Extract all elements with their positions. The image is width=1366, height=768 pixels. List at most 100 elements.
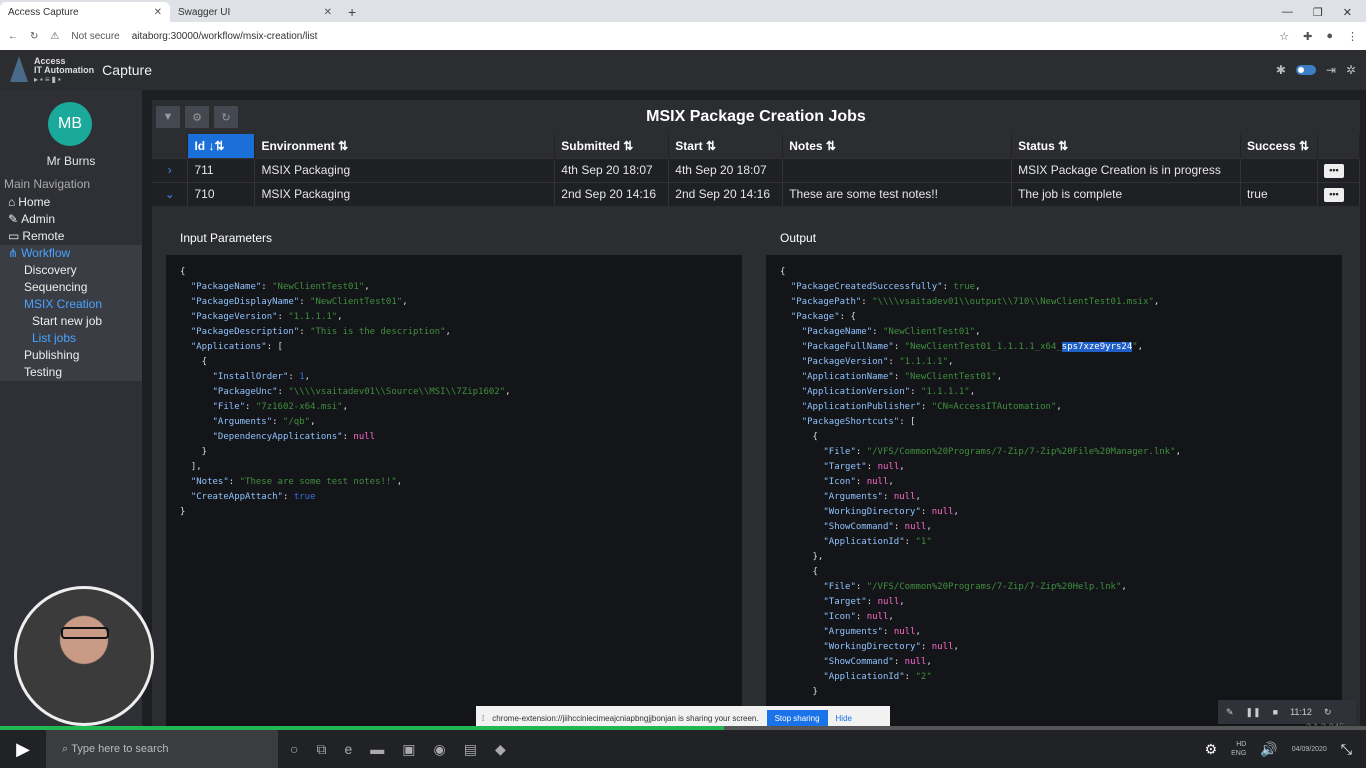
cell-start: 4th Sep 20 18:07 [668, 157, 784, 182]
store-icon[interactable]: ▣ [402, 741, 415, 758]
maximize-icon[interactable]: ❐ [1313, 6, 1323, 19]
sidebar-item-label: Testing [24, 365, 63, 379]
sidebar-item-discovery[interactable]: Discovery [0, 262, 142, 279]
nav-title: Main Navigation [4, 177, 91, 191]
edge-icon[interactable]: e [344, 741, 352, 758]
sidebar-item-home[interactable]: ⌂ Home [0, 194, 142, 211]
sidebar-item-sequencing[interactable]: Sequencing [0, 279, 142, 296]
share-icon[interactable]: ⇪ [14, 10, 40, 34]
gear-icon[interactable]: ⚙ [1205, 741, 1218, 758]
stop-icon[interactable]: ■ [1273, 707, 1278, 717]
brand-line2: IT Automation [34, 64, 95, 75]
drag-handle-icon[interactable]: ⁞ [482, 714, 484, 723]
app-icon[interactable]: ▤ [464, 741, 477, 758]
security-label: Not secure [71, 30, 120, 42]
fullscreen-exit-icon[interactable]: ⤡ [1341, 741, 1352, 758]
chrome-icon[interactable]: ◉ [434, 741, 446, 758]
close-icon[interactable]: ✕ [324, 7, 332, 18]
minimize-icon[interactable]: — [1282, 6, 1293, 18]
folder-icon[interactable]: ▬ [370, 741, 384, 758]
task-view-icon[interactable]: ⧉ [316, 741, 326, 758]
address-bar: ← ↻ ⚠ Not secure aitaborg:30000/workflow… [0, 22, 1366, 50]
logout-icon[interactable]: ⇥ [1326, 63, 1336, 77]
sidebar-item-label: Discovery [24, 263, 77, 277]
browser-tabbar: Access Capture ✕ Swagger UI ✕ + — ❐ ✕ [0, 0, 1366, 22]
profile-icon[interactable]: ● [1326, 30, 1333, 43]
capture-icon[interactable]: ◆ [495, 741, 506, 758]
menu-icon[interactable]: ⋮ [1347, 30, 1358, 43]
wrench-icon: ✎ [8, 212, 19, 226]
cell-success [1240, 157, 1318, 182]
avatar[interactable]: MB [48, 102, 92, 146]
search-placeholder: Type here to search [71, 743, 169, 755]
header-notes[interactable]: Notes ⇅ [782, 134, 1013, 158]
cell-environment: MSIX Packaging [254, 181, 556, 206]
more-icon[interactable]: ••• [1323, 164, 1344, 178]
taskbar: ▶ ⌕ Type here to search ○ ⧉ e ▬ ▣ ◉ ▤ ◆ … [0, 730, 1366, 768]
sidebar-item-publishing[interactable]: Publishing [0, 347, 142, 364]
sidebar-item-list-jobs[interactable]: List jobs [0, 330, 142, 347]
cell-notes: These are some test notes!! [782, 181, 1013, 206]
theme-toggle[interactable] [1295, 65, 1316, 75]
header-status[interactable]: Status ⇅ [1011, 134, 1241, 158]
url-input[interactable]: aitaborg:30000/workflow/msix-creation/li… [132, 31, 318, 42]
play-icon[interactable]: ▶ [0, 730, 46, 768]
header-environment[interactable]: Environment ⇅ [254, 134, 556, 158]
taskbar-search[interactable]: ⌕ Type here to search [46, 730, 278, 768]
table-row[interactable]: › 711 MSIX Packaging 4th Sep 20 18:07 4t… [152, 157, 1361, 182]
toolbar: ▼ ⚙ ↻ [156, 106, 238, 128]
sidebar-item-label: MSIX Creation [24, 297, 103, 311]
table-header: Id ↓⇅ Environment ⇅ Submitted ⇅ Start ⇅ … [152, 134, 1361, 158]
close-icon[interactable]: ✕ [154, 7, 162, 18]
filter-settings-icon[interactable]: ⚙ [185, 106, 209, 128]
cell-success: true [1240, 181, 1318, 206]
more-icon[interactable]: ••• [1323, 188, 1344, 203]
sidebar-item-admin[interactable]: ✎ Admin [0, 211, 142, 228]
logo-icon [10, 56, 28, 82]
refresh-icon[interactable]: ↻ [214, 106, 238, 128]
sidebar-item-start-new-job[interactable]: Start new job [0, 313, 142, 330]
star-icon[interactable]: ☆ [1279, 30, 1289, 43]
header-success[interactable]: Success ⇅ [1240, 134, 1318, 158]
sidebar-item-remote[interactable]: ▭ Remote [0, 228, 142, 245]
stop-sharing-button[interactable]: Stop sharing [766, 709, 828, 727]
search-icon: ⌕ [62, 742, 72, 755]
pen-icon[interactable]: ✎ [1226, 707, 1234, 718]
collapse-icon[interactable]: ⌄ [152, 181, 189, 206]
volume-icon[interactable]: 🔊 [1260, 741, 1277, 758]
cell-submitted: 4th Sep 20 18:07 [554, 157, 670, 182]
header-submitted[interactable]: Submitted ⇅ [554, 134, 670, 158]
tab-swagger[interactable]: Swagger UI ✕ [170, 2, 340, 22]
extensions-icon[interactable]: ✚ [1303, 30, 1312, 43]
table-row[interactable]: ⌄ 710 MSIX Packaging 2nd Sep 20 14:16 2n… [152, 181, 1361, 206]
hide-button[interactable]: Hide [836, 714, 852, 723]
filter-icon[interactable]: ▼ [156, 106, 180, 128]
header-spacer [152, 134, 189, 158]
clock: 04/09/2020 [1291, 745, 1327, 753]
new-tab-button[interactable]: + [340, 2, 364, 22]
cell-environment: MSIX Packaging [254, 157, 556, 182]
settings-icon[interactable]: ✱ [1276, 63, 1286, 77]
sidebar-item-label: Start new job [32, 314, 103, 328]
workflow-icon: ⋔ [8, 246, 19, 260]
sidebar-item-workflow[interactable]: ⋔ Workflow [0, 245, 142, 262]
cell-submitted: 2nd Sep 20 14:16 [554, 181, 670, 206]
header-actions [1317, 134, 1361, 158]
restart-icon[interactable]: ↻ [1324, 707, 1332, 718]
cell-status: The job is complete [1011, 181, 1241, 206]
gear-icon[interactable]: ✲ [1346, 63, 1356, 77]
sidebar-item-msix-creation[interactable]: MSIX Creation [0, 296, 142, 313]
sidebar-item-testing[interactable]: Testing [0, 364, 142, 381]
cell-actions: ••• [1317, 181, 1361, 206]
header-start[interactable]: Start ⇅ [668, 134, 784, 158]
cortana-icon[interactable]: ○ [290, 741, 298, 758]
brand: Access IT Automation ▸▪≡▮▪ [34, 56, 95, 84]
pause-icon[interactable]: ❚❚ [1246, 707, 1261, 718]
main-content: MSIX Package Creation Jobs ▼ ⚙ ↻ Id ↓⇅ E… [152, 100, 1361, 728]
lang-indicator: HD ENG [1231, 741, 1247, 757]
expand-icon[interactable]: › [152, 157, 189, 182]
header-id[interactable]: Id ↓⇅ [187, 134, 256, 158]
share-text: chrome-extension://jiihcciniecimeajcniap… [492, 713, 759, 723]
close-window-icon[interactable]: ✕ [1343, 6, 1352, 19]
output-panel: Output { "PackageCreatedSuccessfully": t… [766, 221, 1342, 728]
